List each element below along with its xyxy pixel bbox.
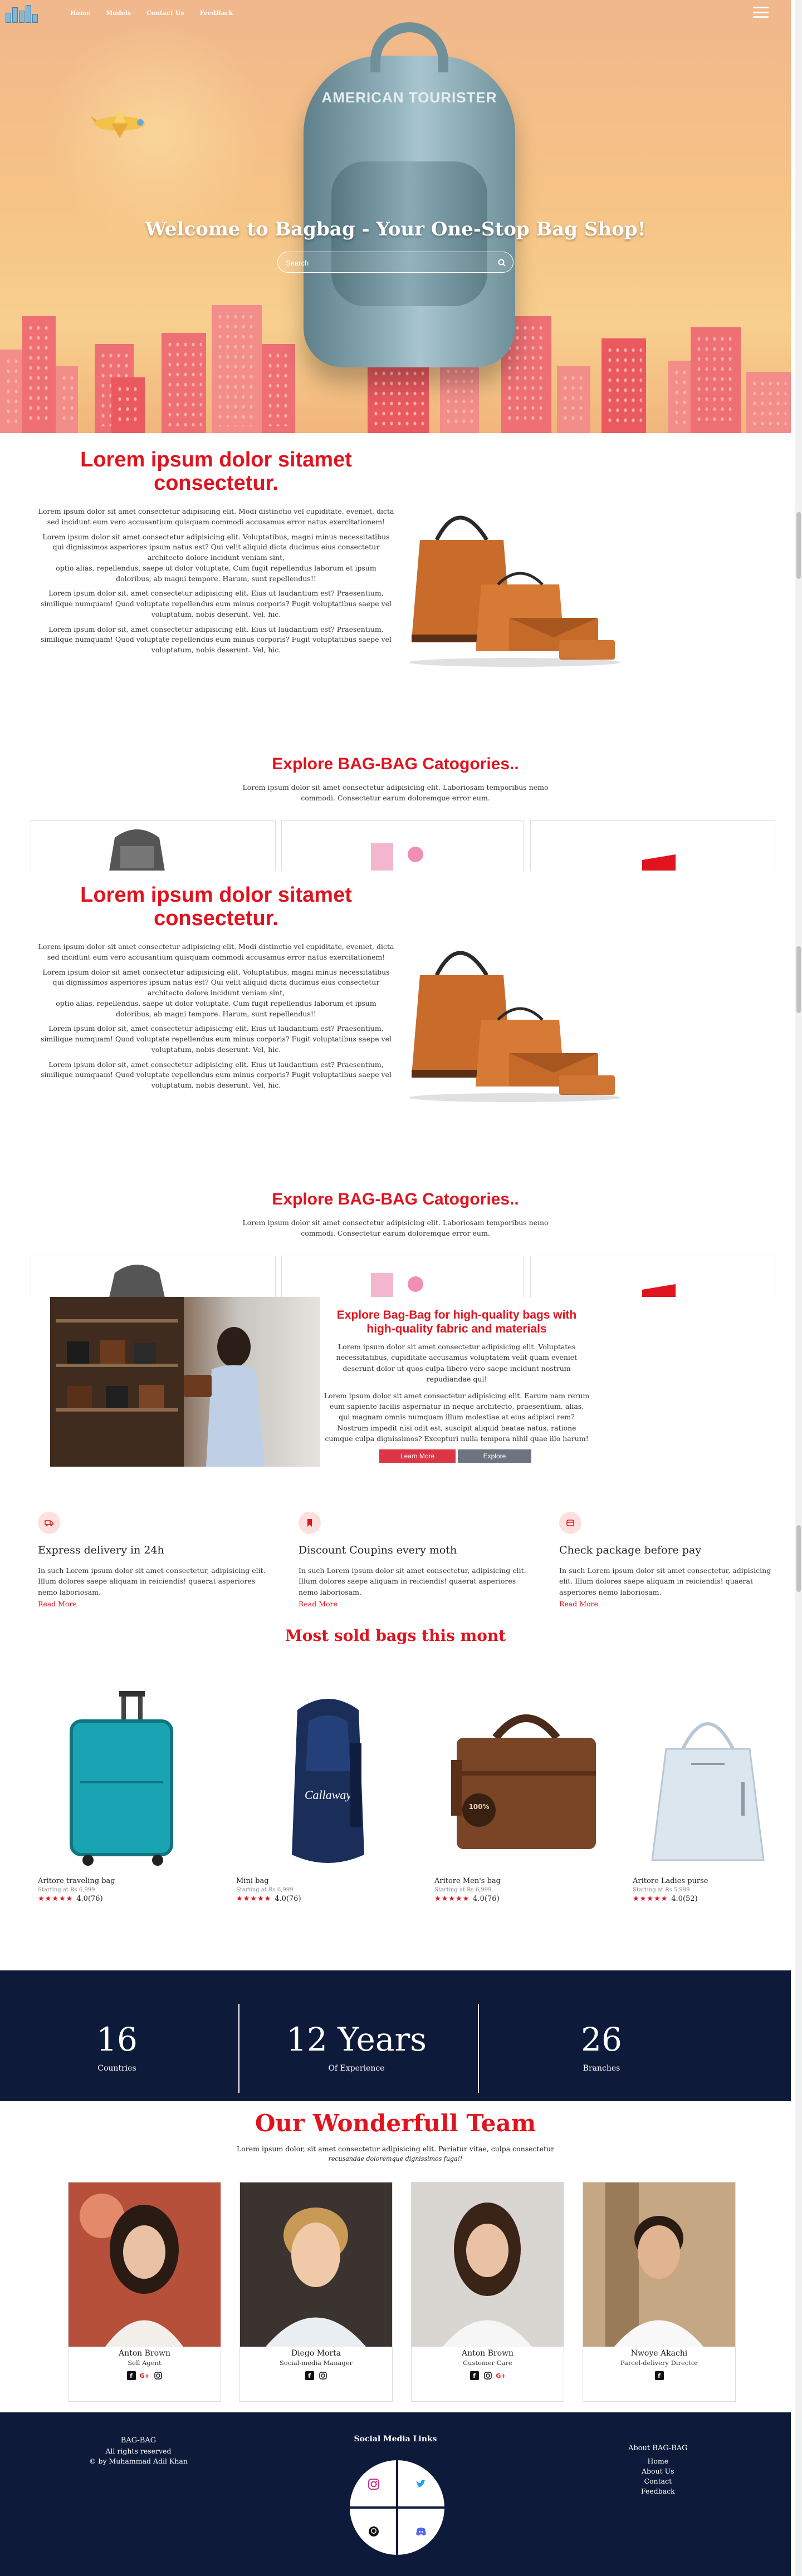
nav-feedback[interactable]: FeedBack: [200, 9, 233, 17]
learn-more-button[interactable]: Learn More: [379, 1449, 456, 1463]
about-title: Lorem ipsum dolor sitamet consectetur.: [80, 448, 352, 495]
instagram-icon[interactable]: [319, 2371, 327, 2380]
menu-icon[interactable]: [753, 7, 769, 18]
team-member-card: Anton Brown Customer Care f G+: [411, 2182, 564, 2402]
svg-text:Callaway: Callaway: [305, 1788, 352, 1802]
bookmark-icon: [299, 1512, 321, 1534]
avatar: [240, 2182, 392, 2347]
shop-woman-image: [50, 1297, 320, 1467]
stat-experience: 12 Years Of Experience: [286, 2021, 427, 2073]
hero-title: Welcome to Bagbag - Your One-Stop Bag Sh…: [145, 218, 646, 240]
nav-models[interactable]: Models: [106, 9, 131, 17]
rating-stars: ★★★★★: [633, 1895, 668, 1903]
nav-contact[interactable]: Contact Us: [146, 9, 184, 17]
backpack-image: AMERICAN TOURISTER: [304, 22, 515, 367]
footer-link-about[interactable]: About Us: [628, 2466, 688, 2476]
facebook-icon[interactable]: f: [305, 2371, 314, 2380]
product-card[interactable]: 100% Aritore Men's bag Starting at Rs 6,…: [434, 1688, 618, 1903]
teal-suitcase-image: [70, 1691, 173, 1866]
categories-title-2: Explore BAG-BAG Catogories..: [272, 1190, 519, 1208]
categories-subtitle: Lorem ipsum dolor sit amet consectetur a…: [242, 783, 549, 802]
search-input[interactable]: [286, 257, 475, 269]
promo-title: Explore Bag-Bag for high-quality bags wi…: [336, 1309, 577, 1336]
about-text-2: Lorem ipsum dolor sit amet consectetur a…: [38, 942, 394, 1089]
category-card-kids-2[interactable]: [281, 1256, 524, 1297]
team-title: Our Wonderfull Team: [255, 2110, 536, 2137]
promo-text: Lorem ipsum dolor sit amet consectetur a…: [324, 1343, 590, 1443]
nav-home[interactable]: Home: [70, 9, 90, 17]
product-card[interactable]: Aritore Ladies purse Starting at Rs 5,99…: [633, 1688, 783, 1903]
instagram-icon[interactable]: [350, 2460, 397, 2508]
team-member-card: Diego Morta Social-media Manager f: [239, 2182, 393, 2402]
facebook-icon[interactable]: f: [470, 2371, 479, 2380]
social-links-title: Social Media Links: [354, 2435, 437, 2444]
navbar: Home Models Contact Us FeedBack: [0, 0, 791, 26]
avatar: [69, 2182, 221, 2347]
logo[interactable]: [6, 3, 45, 23]
instagram-icon[interactable]: [483, 2371, 492, 2380]
category-card-backpacks[interactable]: [31, 820, 276, 871]
most-sold-title: Most sold bags this mont: [285, 1626, 506, 1645]
stat-branches: 26 Branches: [581, 2021, 622, 2073]
social-links-circle: [350, 2460, 444, 2555]
avatar: [583, 2182, 735, 2347]
scrollbar-thumb[interactable]: [796, 512, 801, 579]
footer-link-home[interactable]: Home: [628, 2456, 688, 2466]
categories-title: Explore BAG-BAG Catogories..: [272, 755, 519, 773]
google-plus-icon[interactable]: G+: [139, 2371, 149, 2380]
rating-stars: ★★★★★: [434, 1895, 470, 1903]
stat-countries: 16 Countries: [96, 2021, 138, 2073]
about-title-2: Lorem ipsum dolor sitamet consectetur.: [80, 883, 352, 930]
handbag-set-image-2: [409, 951, 620, 1102]
read-more-link[interactable]: Read More: [299, 1600, 532, 1608]
footer: BAG-BAG All rights reserved © by Muhamma…: [0, 2412, 791, 2576]
scrollbar[interactable]: [795, 0, 802, 2576]
category-card-kids[interactable]: [281, 820, 524, 871]
avatar: [412, 2182, 564, 2347]
facebook-icon[interactable]: f: [126, 2371, 136, 2380]
discord-icon[interactable]: [397, 2508, 444, 2555]
feature-discount-coupons: Discount Coupins every moth In such Lore…: [299, 1512, 532, 1608]
package-icon: [559, 1512, 581, 1534]
rating-stars: ★★★★★: [236, 1895, 272, 1903]
footer-link-feedback[interactable]: Feedback: [628, 2486, 688, 2496]
explore-button[interactable]: Explore: [458, 1449, 531, 1463]
instagram-icon[interactable]: [154, 2371, 163, 2380]
rating-stars: ★★★★★: [38, 1895, 74, 1903]
airplane-illustration: [90, 108, 145, 138]
golf-bag-image: Callaway: [292, 1699, 364, 1863]
category-card-luggage[interactable]: [530, 820, 775, 871]
search-icon[interactable]: [494, 255, 510, 271]
truck-icon: [38, 1512, 60, 1534]
twitter-icon[interactable]: [397, 2460, 444, 2508]
product-card[interactable]: Callaway Mini bag Starting at Rs 6,999 ★…: [236, 1688, 420, 1903]
stats-section: 16 Countries 12 Years Of Experience 26 B…: [0, 1970, 791, 2101]
category-card-backpacks-2[interactable]: [31, 1256, 276, 1297]
about-text: Lorem ipsum dolor sit amet consectetur a…: [38, 507, 394, 654]
google-plus-icon[interactable]: G+: [496, 2371, 506, 2380]
team-member-card: Anton Brown Sell Agent f G+: [68, 2182, 221, 2402]
team-member-card: Nwoye Akachi Parcel-delivery Director f: [583, 2182, 736, 2402]
white-tote-image: [651, 1722, 765, 1861]
github-icon[interactable]: [350, 2508, 397, 2555]
feature-check-package: Check package before pay In such Lorem i…: [559, 1512, 782, 1608]
product-card[interactable]: Aritore traveling bag Starting at Rs 6,9…: [38, 1688, 222, 1903]
team-subtitle: Lorem ipsum dolor, sit amet consectetur …: [236, 2145, 555, 2162]
facebook-icon[interactable]: f: [654, 2371, 664, 2380]
handbag-set-image: [409, 515, 620, 667]
footer-link-contact[interactable]: Contact: [628, 2476, 688, 2486]
svg-text:100%: 100%: [468, 1803, 489, 1811]
leather-briefcase-image: 100%: [451, 1714, 596, 1849]
read-more-link[interactable]: Read More: [559, 1600, 782, 1608]
categories-subtitle-2: Lorem ipsum dolor sit amet consectetur a…: [242, 1218, 549, 1237]
hero-section: AMERICAN TOURISTER Welcome to Bagbag - Y…: [0, 0, 791, 433]
feature-express-delivery: Express delivery in 24h In such Lorem ip…: [38, 1512, 272, 1608]
read-more-link[interactable]: Read More: [38, 1600, 272, 1608]
category-card-luggage-2[interactable]: [530, 1256, 775, 1297]
footer-about: About BAG-BAG Home About Us Contact Feed…: [628, 2444, 688, 2496]
search-bar[interactable]: [277, 252, 514, 273]
